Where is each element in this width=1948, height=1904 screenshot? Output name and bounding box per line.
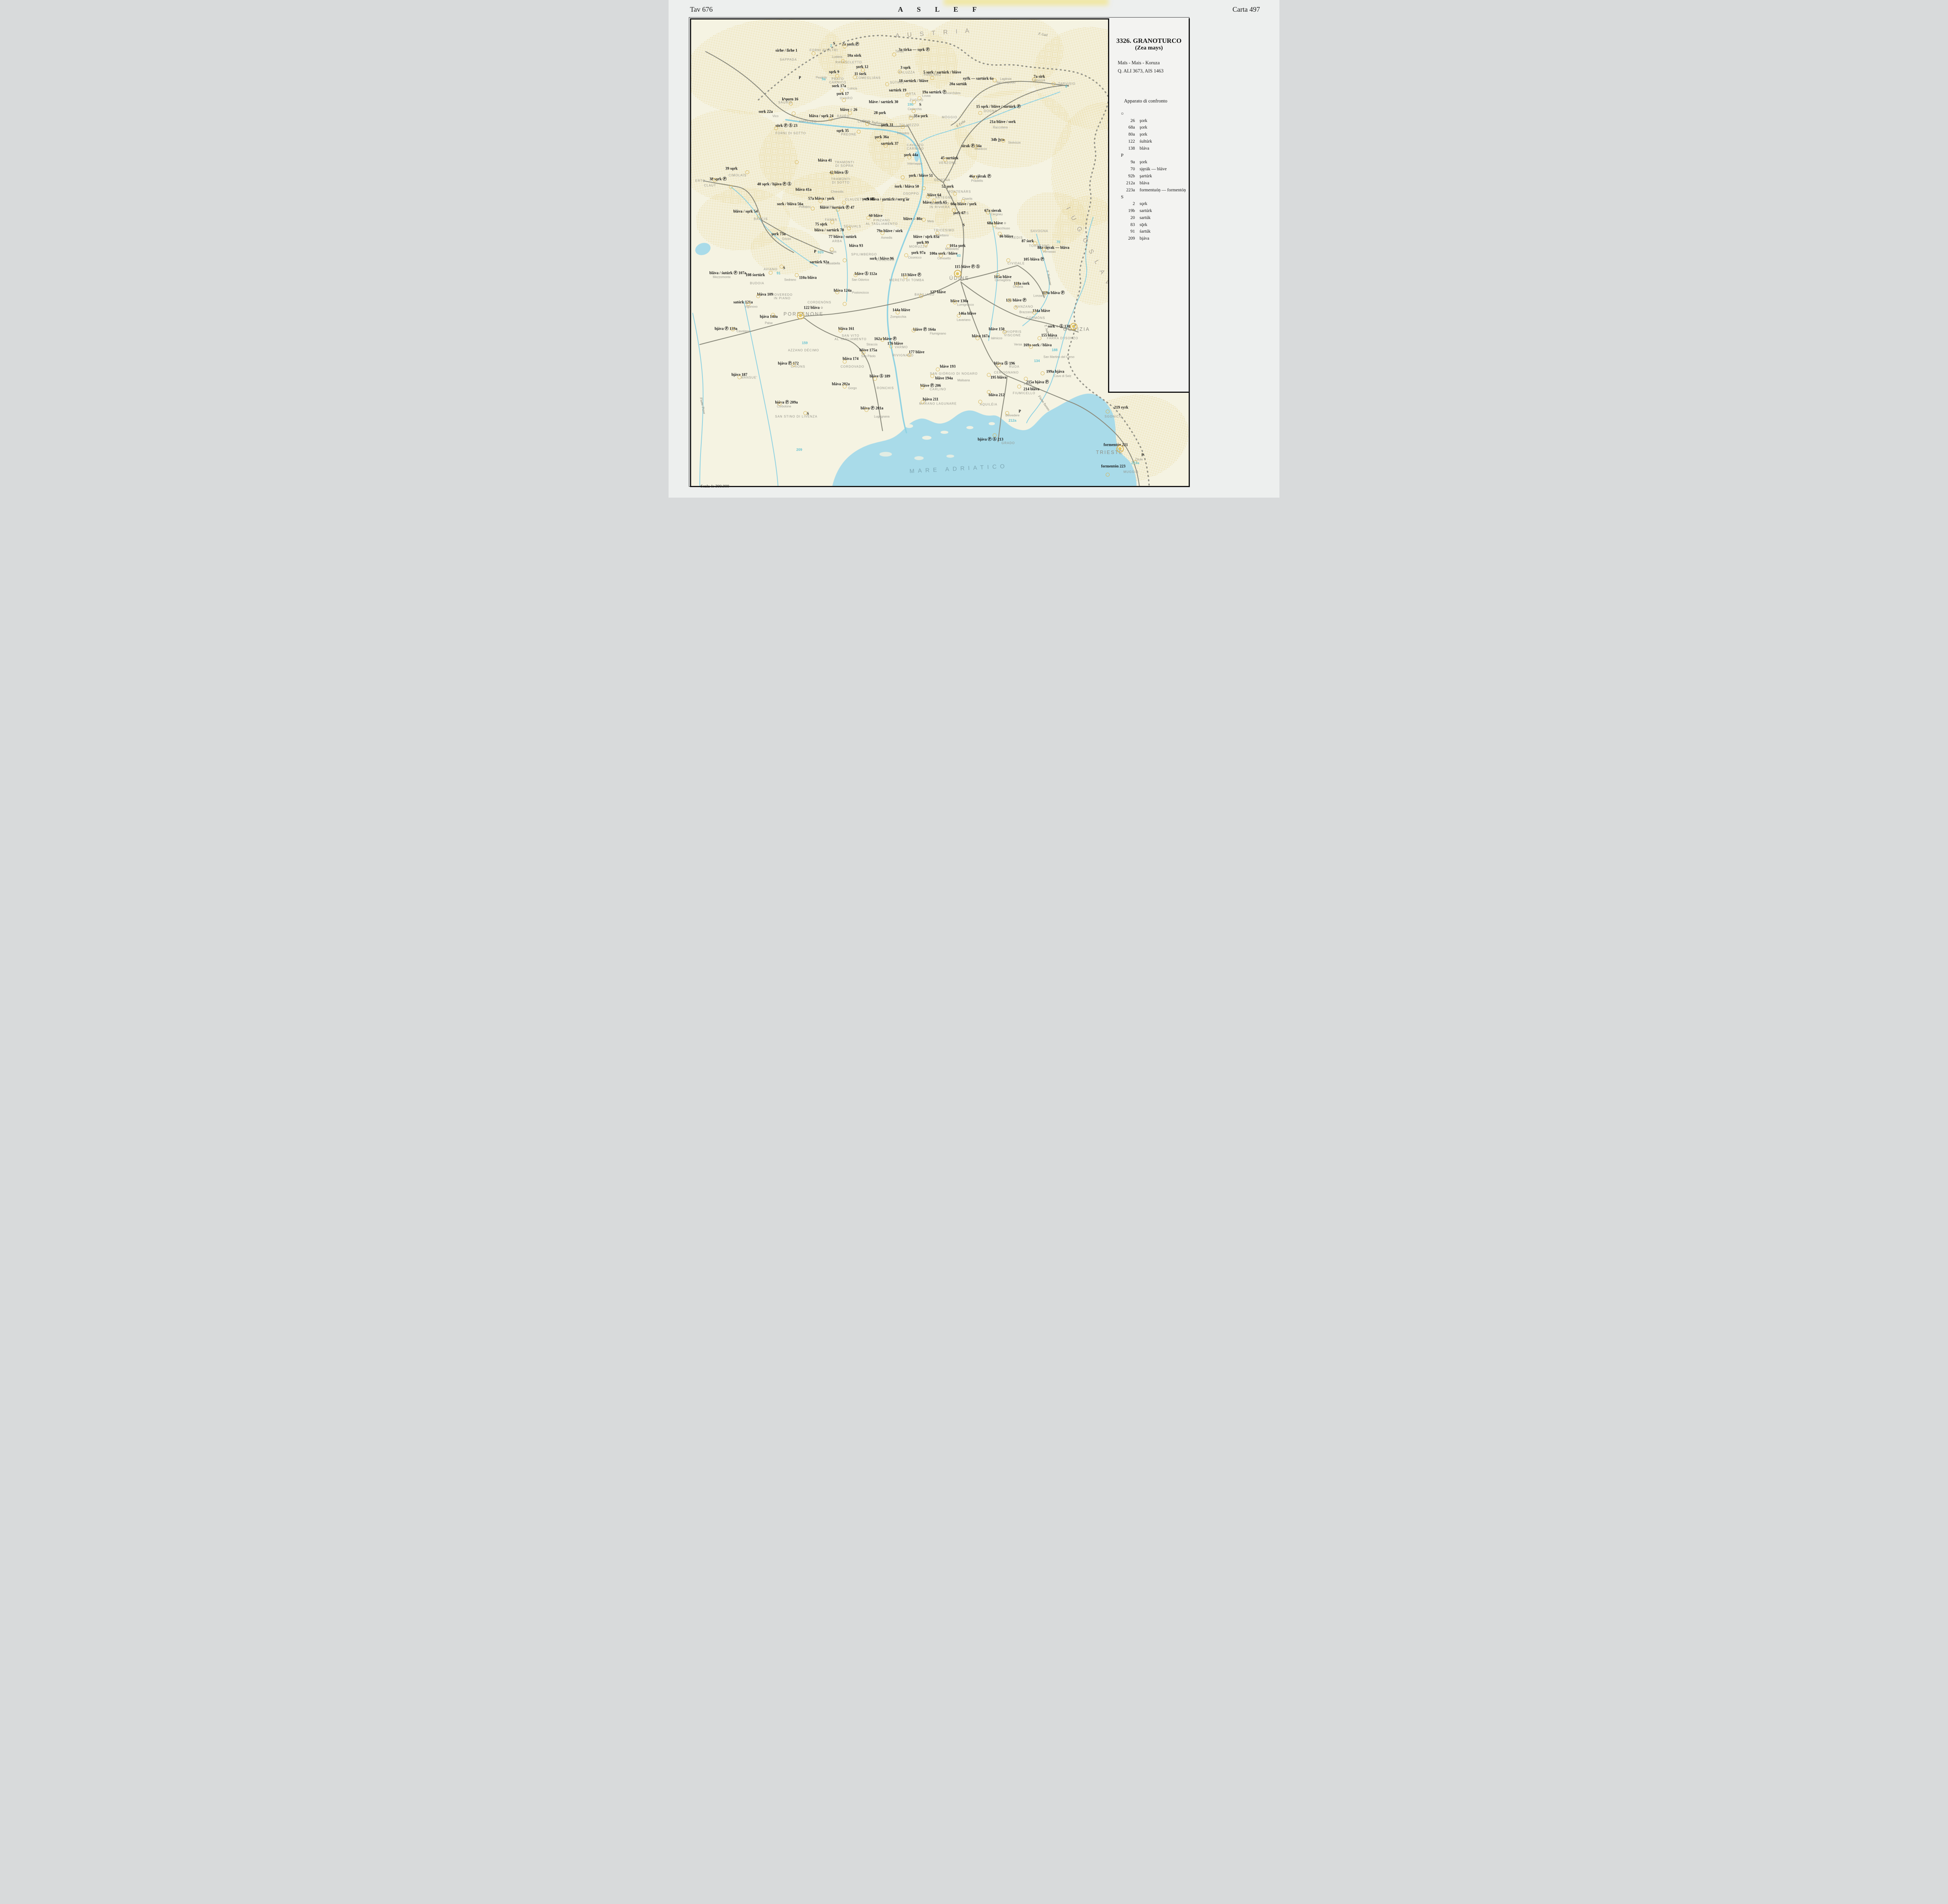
apparato-item-number: 91 bbox=[1130, 229, 1135, 234]
apparato-item-word: şork bbox=[1140, 160, 1147, 165]
table-number: Tav 676 bbox=[690, 5, 713, 13]
apparato-item: 212a bláva bbox=[1121, 180, 1189, 187]
apparato-item-number: 80a bbox=[1128, 132, 1135, 137]
apparato-item-word: şork bbox=[1140, 125, 1147, 130]
apparato-item: 138 bláva bbox=[1121, 145, 1189, 152]
page-header: Tav 676 A S L E F Carta 497 bbox=[669, 5, 1279, 16]
apparato-item-word: bláva bbox=[1140, 146, 1149, 151]
atlas-title: A S L E F bbox=[898, 5, 983, 13]
scan-highlight bbox=[943, 0, 1108, 5]
lemma-translations: Maïs - Mais - Koruza bbox=[1118, 60, 1160, 65]
apparato-group-symbol: ○ bbox=[1121, 111, 1124, 117]
apparato-item: 9a şork bbox=[1121, 159, 1189, 166]
apparato-item-word: sartúrk bbox=[1140, 208, 1152, 214]
apparato-item-number: 83 bbox=[1130, 222, 1135, 227]
apparato-item-word: sįęrák — bláve bbox=[1140, 167, 1167, 172]
apparato-list: ○ 26 şork 68a şork 80a şork 122 śultúrk 138 bláva P… bbox=[1121, 110, 1189, 242]
apparato-item: 122 śultúrk bbox=[1121, 138, 1189, 145]
atlas-sheet: Tav 676 A S L E F Carta 497 S 2a şork Ⓟ … bbox=[669, 0, 1279, 498]
questionnaire-reference: Q. ALI 3673, AIS 1463 bbox=[1118, 68, 1164, 74]
apparato-item: 26 şork bbox=[1121, 117, 1189, 124]
apparato-group-symbol: S bbox=[1121, 194, 1124, 200]
apparato-item-number: 19b bbox=[1128, 208, 1135, 214]
apparato-item-number: 9a bbox=[1131, 160, 1135, 165]
apparato-item-word: şork bbox=[1140, 118, 1147, 123]
apparato-item-word: sǭrk bbox=[1140, 222, 1147, 227]
apparato-item-number: 68a bbox=[1128, 125, 1135, 130]
apparato-title: Apparato di confronto bbox=[1124, 98, 1168, 104]
apparato-item-word: śartúk bbox=[1140, 229, 1151, 234]
apparato-item-number: 70 bbox=[1130, 167, 1135, 172]
apparato-item-word: sǫrk bbox=[1140, 201, 1147, 207]
lemma-title: 3326. GRANOTURCO bbox=[1116, 37, 1182, 44]
apparato-item-number: 138 bbox=[1128, 146, 1135, 151]
apparato-item: 68a şork bbox=[1121, 124, 1189, 131]
apparato-item-word: şartúrk bbox=[1140, 174, 1152, 179]
apparato-item-word: bláva bbox=[1140, 180, 1149, 185]
apparato-group-symbol: P bbox=[1121, 152, 1124, 158]
apparato-item: 80a şork bbox=[1121, 131, 1189, 138]
apparato-item: 70 sįęrák — bláve bbox=[1121, 166, 1189, 173]
apparato-item-number: 2 bbox=[1133, 201, 1135, 207]
apparato-item-number: 122 bbox=[1128, 139, 1135, 144]
apparato-item: 92b şartúrk bbox=[1121, 173, 1189, 180]
apparato-item-number: 92b bbox=[1128, 174, 1135, 179]
apparato-item: 83 sǭrk bbox=[1121, 221, 1189, 228]
apparato-item: 91 śartúk bbox=[1121, 228, 1189, 235]
apparato-item: 223a formentuóņ — formentóņ bbox=[1121, 187, 1189, 194]
apparato-item-word: sartúk bbox=[1140, 215, 1151, 220]
apparato-item-word: bįáva bbox=[1140, 236, 1149, 241]
apparato-item-word: şork bbox=[1140, 132, 1147, 137]
map-number: Carta 497 bbox=[1232, 5, 1260, 13]
apparato-item-number: 209 bbox=[1128, 236, 1135, 241]
lemma-latin: (Zea mays) bbox=[1135, 45, 1163, 51]
scale-note: Scala 1: 300.000 bbox=[701, 484, 729, 489]
apparato-item-number: 212a bbox=[1126, 180, 1135, 185]
apparato-item-word: formentuóņ — formentóņ bbox=[1140, 187, 1186, 193]
apparato-item: 209 bįáva bbox=[1121, 235, 1189, 242]
apparato-item-number: 223a bbox=[1126, 187, 1135, 193]
apparato-item-number: 20 bbox=[1130, 215, 1135, 220]
apparato-item: 20 sartúk bbox=[1121, 214, 1189, 221]
apparato-item: 19b sartúrk bbox=[1121, 207, 1189, 214]
apparato-item: 2 sǫrk bbox=[1121, 200, 1189, 207]
apparato-item-word: śultúrk bbox=[1140, 139, 1152, 144]
apparato-item-number: 26 bbox=[1130, 118, 1135, 123]
legend-panel: 3326. GRANOTURCO (Zea mays) Maïs - Mais … bbox=[1108, 18, 1189, 393]
